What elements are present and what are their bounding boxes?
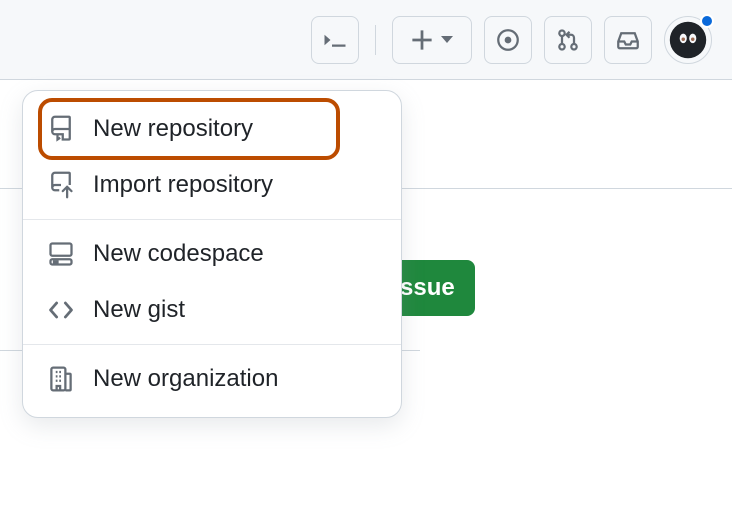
menu-item-label: New organization — [93, 365, 278, 393]
create-dropdown-button[interactable] — [392, 16, 472, 64]
issue-icon — [496, 28, 520, 52]
terminal-icon — [323, 28, 347, 52]
user-avatar[interactable] — [664, 16, 712, 64]
menu-item-new-repository[interactable]: New repository — [23, 101, 401, 157]
command-palette-button[interactable] — [311, 16, 359, 64]
inbox-button[interactable] — [604, 16, 652, 64]
menu-item-label: New codespace — [93, 240, 264, 268]
inbox-icon — [616, 28, 640, 52]
octocat-icon — [669, 21, 707, 59]
caret-down-icon — [441, 36, 453, 43]
code-icon — [47, 296, 75, 324]
repo-icon — [47, 115, 75, 143]
menu-item-new-organization[interactable]: New organization — [23, 351, 401, 407]
menu-item-new-gist[interactable]: New gist — [23, 282, 401, 338]
top-navigation-bar — [0, 0, 732, 80]
menu-item-label: New repository — [93, 115, 253, 143]
create-dropdown-menu: New repository Import repository New cod… — [22, 90, 402, 418]
pull-requests-button[interactable] — [544, 16, 592, 64]
organization-icon — [47, 365, 75, 393]
issues-button[interactable] — [484, 16, 532, 64]
repo-push-icon — [47, 171, 75, 199]
pull-request-icon — [556, 28, 580, 52]
menu-divider — [23, 219, 401, 220]
menu-item-import-repository[interactable]: Import repository — [23, 157, 401, 213]
menu-divider — [23, 344, 401, 345]
divider — [375, 25, 376, 55]
notification-dot — [700, 14, 714, 28]
menu-item-label: Import repository — [93, 171, 273, 199]
menu-item-label: New gist — [93, 296, 185, 324]
plus-icon — [411, 29, 433, 51]
codespaces-icon — [47, 240, 75, 268]
menu-item-new-codespace[interactable]: New codespace — [23, 226, 401, 282]
